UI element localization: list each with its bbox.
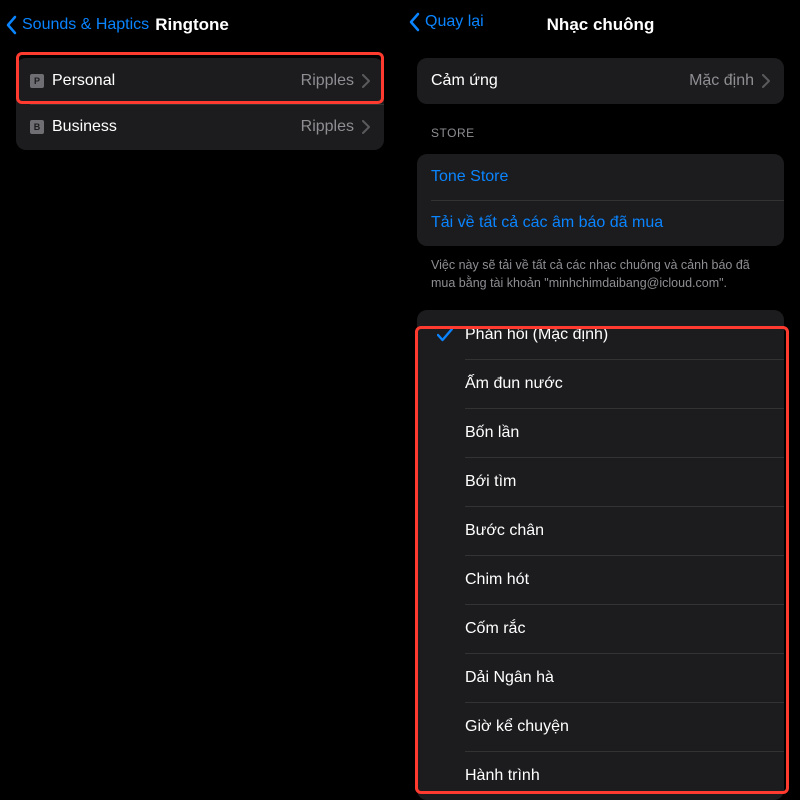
ringtone-label: Dải Ngân hà <box>465 669 554 687</box>
ringtone-item[interactable]: Bốn lần <box>417 408 784 457</box>
chevron-right-icon <box>362 120 370 134</box>
download-footer-text: Việc này sẽ tải về tất cả các nhạc chuôn… <box>431 256 770 292</box>
sim-ringtone-value: Ripples <box>301 118 354 136</box>
sim-name: Personal <box>52 72 115 90</box>
ringtone-item[interactable]: Hành trình <box>417 751 784 800</box>
haptic-group: Cảm ứng Mặc định <box>417 58 784 104</box>
sim-row-personal[interactable]: P Personal Ripples <box>16 58 384 104</box>
ringtone-label: Hành trình <box>465 767 540 785</box>
tone-store-link[interactable]: Tone Store <box>417 154 784 200</box>
ringtone-item[interactable]: Cốm rắc <box>417 604 784 653</box>
right-screen: Quay lại Nhạc chuông Cảm ứng Mặc định ST… <box>400 0 800 800</box>
sim-name: Business <box>52 118 117 136</box>
back-label: Sounds & Haptics <box>22 16 149 34</box>
ringtone-label: Phản hồi (Mặc định) <box>465 326 608 344</box>
ringtone-item[interactable]: Ấm đun nước <box>417 359 784 408</box>
back-button-quay-lai[interactable]: Quay lại <box>409 12 484 32</box>
ringtone-list: Phản hồi (Mặc định) Ấm đun nước Bốn lần Bới… <box>417 310 784 800</box>
sim-list: P Personal Ripples B Business Ripples <box>16 58 384 150</box>
page-title: Ringtone <box>155 15 229 35</box>
store-group: Tone Store Tải về tất cả các âm báo đã m… <box>417 154 784 246</box>
ringtone-label: Giờ kể chuyện <box>465 718 569 736</box>
left-nav-bar: Sounds & Haptics Ringtone <box>0 0 400 44</box>
ringtone-label: Bước chân <box>465 522 544 540</box>
ringtone-label: Bới tìm <box>465 473 516 491</box>
page-title: Nhạc chuông <box>547 15 655 35</box>
ringtone-item[interactable]: Bước chân <box>417 506 784 555</box>
ringtone-item[interactable]: Giờ kể chuyện <box>417 702 784 751</box>
store-section-header: STORE <box>431 126 770 140</box>
back-label: Quay lại <box>425 13 484 31</box>
ringtone-item[interactable]: Bới tìm <box>417 457 784 506</box>
chevron-right-icon <box>762 74 770 88</box>
haptic-value: Mặc định <box>689 72 754 90</box>
ringtone-item[interactable]: Chim hót <box>417 555 784 604</box>
back-button-sounds-haptics[interactable]: Sounds & Haptics <box>6 15 149 35</box>
sim-ringtone-value: Ripples <box>301 72 354 90</box>
ringtone-label: Ấm đun nước <box>465 375 563 393</box>
chevron-left-icon <box>6 15 18 35</box>
ringtone-label: Cốm rắc <box>465 620 525 638</box>
checkmark-icon <box>431 328 459 342</box>
left-screen: Sounds & Haptics Ringtone P Personal Rip… <box>0 0 400 800</box>
haptic-label: Cảm ứng <box>431 72 689 90</box>
chevron-right-icon <box>362 74 370 88</box>
ringtone-item[interactable]: Phản hồi (Mặc định) <box>417 310 784 359</box>
ringtone-label: Bốn lần <box>465 424 519 442</box>
chevron-left-icon <box>409 12 421 32</box>
ringtone-label: Chim hót <box>465 571 529 589</box>
download-all-link[interactable]: Tải về tất cả các âm báo đã mua <box>417 200 784 246</box>
sim-badge-icon: B <box>30 120 44 134</box>
sim-badge-icon: P <box>30 74 44 88</box>
sim-row-business[interactable]: B Business Ripples <box>16 104 384 150</box>
right-nav-bar: Quay lại Nhạc chuông <box>401 0 800 44</box>
ringtone-item[interactable]: Dải Ngân hà <box>417 653 784 702</box>
haptic-row[interactable]: Cảm ứng Mặc định <box>417 58 784 104</box>
